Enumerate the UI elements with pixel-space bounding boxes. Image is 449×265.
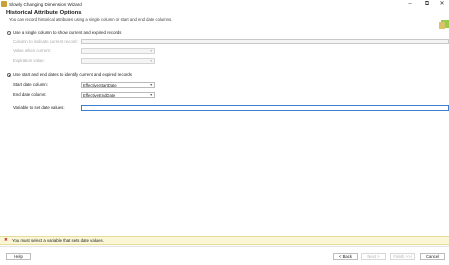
error-message: You must select a variable that sets dat… — [12, 238, 104, 243]
chevron-down-icon: ▼ — [149, 83, 153, 87]
start-date-value: EffectiveStartDate — [83, 83, 117, 88]
back-button[interactable]: < Back — [333, 253, 358, 260]
finish-button[interactable]: Finish >>| — [390, 253, 415, 260]
maximize-button[interactable]: ⧉ — [420, 0, 434, 9]
wizard-header: Historical Attribute Options You can rec… — [0, 9, 449, 29]
variable-label: Variable to set date values: — [13, 105, 65, 110]
end-date-combo[interactable]: EffectiveEndDate ▼ — [81, 92, 155, 98]
page-title: Historical Attribute Options — [6, 10, 82, 16]
variable-input[interactable] — [81, 105, 449, 111]
title-bar: Slowly Changing Dimension Wizard – ⧉ ✕ — [0, 0, 449, 9]
current-column-combo[interactable] — [81, 39, 449, 44]
window-title: Slowly Changing Dimension Wizard — [9, 2, 82, 7]
chevron-down-icon: ▼ — [149, 59, 153, 63]
divider — [0, 246, 449, 247]
app-icon — [1, 1, 7, 7]
current-column-label: Column to indicate current record: — [13, 39, 78, 44]
close-button[interactable]: ✕ — [435, 0, 449, 9]
value-current-combo[interactable]: ▼ — [81, 48, 155, 54]
error-bar: ✖ You must select a variable that sets d… — [0, 236, 449, 245]
error-icon: ✖ — [4, 237, 8, 242]
start-date-label: Start date column: — [13, 82, 48, 87]
help-button[interactable]: Help — [6, 253, 31, 260]
end-date-value: EffectiveEndDate — [83, 93, 116, 98]
next-button[interactable]: Next > — [361, 253, 386, 260]
expiration-value-combo[interactable]: ▼ — [81, 58, 155, 64]
single-column-radio[interactable] — [7, 31, 11, 35]
page-subtitle: You can record historical attributes usi… — [9, 17, 173, 22]
date-columns-radio[interactable] — [7, 73, 11, 77]
expiration-value-label: Expiration value: — [13, 58, 45, 63]
date-columns-option-label: Use start and end dates to identify curr… — [13, 72, 132, 77]
cancel-button[interactable]: Cancel — [420, 253, 445, 260]
wizard-banner-icon — [439, 19, 449, 29]
start-date-combo[interactable]: EffectiveStartDate ▼ — [81, 82, 155, 88]
end-date-label: End date column: — [13, 92, 47, 97]
chevron-down-icon: ▼ — [149, 49, 153, 53]
chevron-down-icon: ▼ — [149, 93, 153, 97]
single-column-option-label: Use a single column to show current and … — [13, 30, 122, 35]
value-current-label: Value when current: — [13, 48, 51, 53]
minimize-button[interactable]: – — [403, 0, 417, 9]
